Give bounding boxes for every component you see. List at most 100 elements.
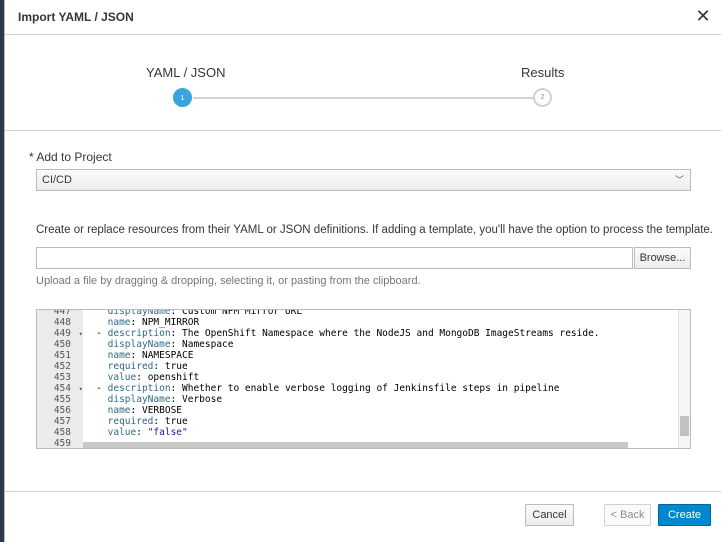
line-number: 448 [53, 317, 71, 328]
editor-vertical-scroll-thumb[interactable] [680, 416, 689, 436]
code-text: required: true [85, 416, 188, 427]
project-select-value: CI/CD [42, 174, 72, 186]
close-icon[interactable]: ✕ [694, 7, 712, 25]
yaml-editor[interactable]: 447 displayName: Custom NPM Mirror URL 44… [36, 309, 691, 449]
create-button[interactable]: Create [658, 504, 711, 526]
modal-footer: Cancel < Back Create [5, 491, 721, 542]
project-select[interactable]: CI/CD ﹀ [36, 169, 691, 191]
editor-line: 451 name: NAMESPACE [37, 350, 677, 361]
yaml-key: description [107, 328, 171, 339]
file-path-input[interactable] [36, 247, 633, 269]
editor-line: 454 ▾ - description: Whether to enable v… [37, 383, 677, 394]
line-number: 457 [53, 416, 71, 427]
yaml-value: true [159, 361, 188, 372]
yaml-value: Custom NPM Mirror URL [176, 309, 303, 317]
yaml-value: Verbose [176, 394, 223, 405]
yaml-value: true [159, 416, 188, 427]
editor-line: 453 value: openshift [37, 372, 677, 383]
editor-line: 455 displayName: Verbose [37, 394, 677, 405]
code-text: value: "false" [85, 427, 188, 438]
yaml-value: Namespace [176, 339, 234, 350]
yaml-value: NAMESPACE [136, 350, 194, 361]
chevron-down-icon: ﹀ [674, 175, 684, 185]
code-indent: - [84, 328, 108, 339]
editor-line: 449 ▾ - description: The OpenShift Names… [37, 328, 677, 339]
import-yaml-modal: Import YAML / JSON ✕ YAML / JSON Results… [4, 0, 721, 542]
editor-lines: 447 displayName: Custom NPM Mirror URL 44… [37, 309, 677, 449]
line-number: 447 [53, 309, 71, 317]
yaml-value: NPM_MIRROR [136, 317, 200, 328]
browse-button[interactable]: Browse... [634, 247, 691, 269]
line-number: 451 [53, 350, 71, 361]
code-text: - description: Whether to enable verbose… [84, 383, 560, 394]
line-number: 453 [53, 372, 71, 383]
yaml-key: value [107, 372, 137, 383]
yaml-key: displayName [107, 309, 171, 317]
wizard-progress-line [193, 97, 534, 99]
yaml-value: Whether to enable verbose logging of Jen… [176, 383, 560, 394]
yaml-value: openshift [141, 372, 200, 383]
editor-line: 450 displayName: Namespace [37, 339, 677, 350]
code-text: displayName: Custom NPM Mirror URL [85, 309, 303, 317]
cancel-button[interactable]: Cancel [525, 504, 574, 526]
code-text: required: true [85, 361, 188, 372]
wizard-steps: YAML / JSON Results 1 2 [5, 35, 721, 131]
back-button[interactable]: < Back [604, 504, 651, 526]
line-number: 456 [53, 405, 71, 416]
editor-vertical-scrollbar[interactable] [678, 310, 690, 448]
yaml-value: "false" [141, 427, 188, 438]
code-indent: - [84, 383, 108, 394]
code-text: - description: The OpenShift Namespace w… [84, 328, 600, 339]
editor-line: 456 name: VERBOSE [37, 405, 677, 416]
editor-line: 448 name: NPM_MIRROR [37, 317, 677, 328]
yaml-key: displayName [107, 339, 171, 350]
line-number: 459 [53, 438, 71, 449]
import-help-text: Create or replace resources from their Y… [36, 224, 713, 236]
step-1-indicator[interactable]: 1 [173, 88, 192, 107]
yaml-key: required [107, 361, 154, 372]
step-label-yaml-json[interactable]: YAML / JSON [146, 65, 225, 80]
line-number: 454 [53, 383, 71, 394]
yaml-key: name [107, 317, 131, 328]
line-number: 450 [53, 339, 71, 350]
code-text: name: VERBOSE [85, 405, 182, 416]
yaml-key: required [107, 416, 154, 427]
yaml-key: description [107, 383, 171, 394]
editor-line: 452 required: true [37, 361, 677, 372]
line-number: 449 [53, 328, 71, 339]
upload-help-text: Upload a file by dragging & dropping, se… [36, 275, 421, 287]
yaml-key: value [107, 427, 137, 438]
editor-horizontal-scrollbar[interactable] [83, 442, 628, 448]
add-to-project-label: * Add to Project [29, 150, 112, 164]
code-text: value: openshift [85, 372, 200, 383]
editor-line: 457 required: true [37, 416, 677, 427]
editor-line: 447 displayName: Custom NPM Mirror URL [37, 309, 677, 317]
code-text: displayName: Namespace [85, 339, 234, 350]
code-text: name: NPM_MIRROR [85, 317, 200, 328]
editor-line: 458 value: "false" [37, 427, 677, 438]
line-number: 455 [53, 394, 71, 405]
step-2-indicator: 2 [533, 88, 552, 107]
yaml-key: name [107, 350, 131, 361]
modal-header: Import YAML / JSON ✕ [5, 0, 721, 35]
line-number: 458 [53, 427, 71, 438]
modal-title: Import YAML / JSON [18, 10, 134, 24]
yaml-key: displayName [107, 394, 171, 405]
yaml-key: name [107, 405, 131, 416]
line-number: 452 [53, 361, 71, 372]
step-label-results: Results [521, 65, 565, 80]
code-text: displayName: Verbose [85, 394, 222, 405]
yaml-value: VERBOSE [136, 405, 183, 416]
code-text: name: NAMESPACE [85, 350, 194, 361]
yaml-value: The OpenShift Namespace where the NodeJS… [176, 328, 600, 339]
